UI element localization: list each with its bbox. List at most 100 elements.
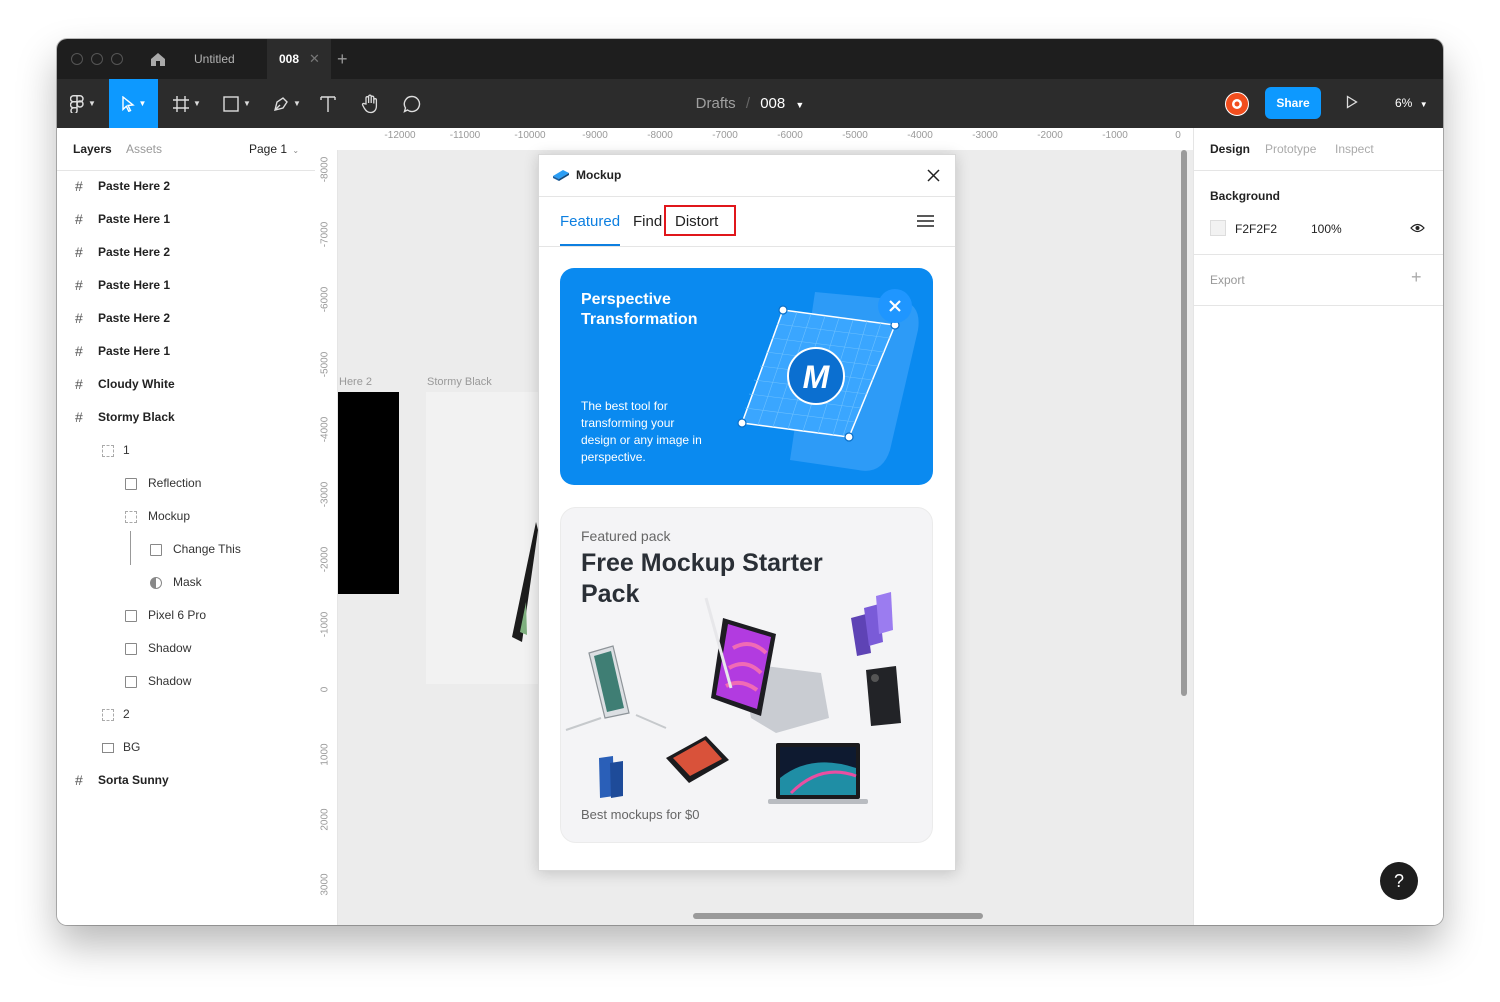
tab-inspect[interactable]: Inspect bbox=[1335, 128, 1374, 170]
plugin-nav: Featured Find Distort bbox=[539, 197, 955, 247]
horizontal-scrollbar[interactable] bbox=[693, 913, 983, 919]
layer-row[interactable]: # Paste Here 1 bbox=[57, 203, 315, 236]
featured-pack-card[interactable]: Featured pack Free Mockup Starter Pack B… bbox=[560, 507, 933, 843]
present-button[interactable] bbox=[1346, 95, 1358, 114]
frame-icon: # bbox=[75, 343, 83, 359]
vertical-ruler: -8000 -7000 -6000 -5000 -4000 -3000 -200… bbox=[315, 150, 338, 925]
pack-title-line: Free Mockup Starter bbox=[581, 549, 823, 577]
layer-row[interactable]: # Paste Here 2 bbox=[57, 236, 315, 269]
layer-row[interactable]: # Paste Here 1 bbox=[57, 269, 315, 302]
image-icon bbox=[125, 676, 137, 688]
background-section: Background F2F2F2 100% bbox=[1194, 171, 1443, 255]
layer-row[interactable]: # Sorta Sunny bbox=[57, 764, 315, 797]
layer-row[interactable]: # Paste Here 1 bbox=[57, 335, 315, 368]
frame-label[interactable]: Here 2 bbox=[339, 376, 372, 388]
frame-icon: # bbox=[75, 211, 83, 227]
layer-row[interactable]: # Paste Here 2 bbox=[57, 170, 315, 203]
layer-row[interactable]: Change This bbox=[57, 531, 315, 566]
tab-untitled[interactable]: Untitled bbox=[177, 39, 265, 79]
eye-icon[interactable] bbox=[1410, 223, 1425, 233]
layer-row[interactable]: Mockup bbox=[57, 500, 315, 533]
tab-prototype[interactable]: Prototype bbox=[1265, 128, 1316, 170]
logo-letter: M bbox=[803, 359, 831, 395]
background-opacity[interactable]: 100% bbox=[1311, 222, 1342, 236]
layer-label: 1 bbox=[123, 443, 130, 457]
text-tool-button[interactable] bbox=[315, 79, 341, 128]
banner-title-line: Perspective bbox=[581, 291, 671, 308]
layer-row[interactable]: BG bbox=[57, 731, 315, 764]
color-swatch[interactable] bbox=[1210, 220, 1226, 236]
frame-icon: # bbox=[75, 178, 83, 194]
zoom-level: 6% bbox=[1395, 96, 1413, 110]
cursor-icon bbox=[121, 95, 135, 112]
background-hex[interactable]: F2F2F2 bbox=[1235, 222, 1277, 236]
hamburger-menu-icon[interactable] bbox=[917, 215, 934, 227]
close-window-button[interactable] bbox=[71, 53, 83, 65]
layer-row[interactable]: # Stormy Black bbox=[57, 401, 315, 434]
layer-label: 2 bbox=[123, 707, 130, 721]
help-button[interactable]: ? bbox=[1380, 862, 1418, 900]
layer-row[interactable]: Pixel 6 Pro bbox=[57, 599, 315, 632]
minimize-window-button[interactable] bbox=[91, 53, 103, 65]
layer-row[interactable]: Mask bbox=[57, 566, 315, 599]
frame-label[interactable]: Stormy Black bbox=[427, 376, 492, 388]
user-avatar[interactable] bbox=[1225, 92, 1249, 116]
layer-row[interactable]: Shadow bbox=[57, 665, 315, 698]
close-icon[interactable] bbox=[927, 169, 940, 182]
tab-find[interactable]: Find bbox=[633, 197, 662, 246]
layer-label: Shadow bbox=[148, 641, 192, 655]
layer-row[interactable]: Reflection bbox=[57, 467, 315, 500]
ruler-label: -9000 bbox=[582, 130, 608, 141]
file-name[interactable]: 008 bbox=[760, 95, 785, 112]
text-icon bbox=[320, 95, 336, 112]
tab-close-icon[interactable]: ✕ bbox=[309, 39, 320, 79]
banner-close-button[interactable] bbox=[878, 289, 912, 323]
zoom-menu[interactable]: 6% ▼ bbox=[1395, 79, 1428, 128]
plugin-title: Mockup bbox=[576, 168, 622, 182]
chevron-down-icon[interactable]: ▼ bbox=[795, 100, 804, 110]
ruler-label: -1000 bbox=[319, 611, 331, 638]
layer-label: Paste Here 2 bbox=[98, 311, 171, 325]
tab-layers[interactable]: Layers bbox=[73, 128, 112, 170]
share-button[interactable]: Share bbox=[1265, 87, 1321, 119]
tab-008[interactable]: 008 bbox=[267, 39, 331, 79]
layer-row[interactable]: Shadow bbox=[57, 632, 315, 665]
layer-row[interactable]: # Cloudy White bbox=[57, 368, 315, 401]
layer-row[interactable]: 2 bbox=[57, 698, 315, 731]
ruler-label: -7000 bbox=[319, 221, 331, 248]
new-tab-icon[interactable]: + bbox=[337, 39, 348, 79]
ruler-label: -4000 bbox=[907, 130, 933, 141]
shape-tool-button[interactable]: ▼ bbox=[217, 79, 257, 128]
frame-icon: # bbox=[75, 310, 83, 326]
hand-tool-button[interactable] bbox=[355, 79, 385, 128]
page-selector[interactable]: Page 1 ⌄ bbox=[249, 128, 299, 170]
home-icon[interactable] bbox=[149, 51, 167, 67]
add-export-icon[interactable]: + bbox=[1411, 267, 1422, 288]
comment-tool-button[interactable] bbox=[397, 79, 427, 128]
tab-featured[interactable]: Featured bbox=[560, 197, 621, 246]
layer-row[interactable]: 1 bbox=[57, 434, 315, 467]
breadcrumb-parent[interactable]: Drafts bbox=[696, 95, 736, 112]
layer-label: Reflection bbox=[148, 476, 202, 490]
comment-icon bbox=[403, 95, 421, 113]
frame-paste-here[interactable] bbox=[338, 392, 399, 594]
tab-design[interactable]: Design bbox=[1210, 128, 1250, 170]
right-panel-tabs: Design Prototype Inspect bbox=[1194, 128, 1443, 171]
mask-connector bbox=[130, 531, 131, 565]
main-menu-button[interactable]: ▼ bbox=[61, 79, 105, 128]
ruler-label: -5000 bbox=[842, 130, 868, 141]
vertical-scrollbar[interactable] bbox=[1181, 150, 1187, 696]
perspective-banner[interactable]: Perspective Transformation The best tool… bbox=[560, 268, 933, 485]
frame-icon bbox=[173, 95, 190, 112]
zoom-window-button[interactable] bbox=[111, 53, 123, 65]
layer-label: BG bbox=[123, 740, 141, 754]
tab-assets[interactable]: Assets bbox=[126, 128, 162, 170]
frame-tool-button[interactable]: ▼ bbox=[167, 79, 207, 128]
layer-label: Paste Here 1 bbox=[98, 344, 171, 358]
breadcrumb-separator: / bbox=[745, 95, 751, 112]
plugin-header: Mockup bbox=[539, 155, 955, 197]
pen-tool-button[interactable]: ▼ bbox=[267, 79, 307, 128]
layer-row[interactable]: # Paste Here 2 bbox=[57, 302, 315, 335]
background-title: Background bbox=[1210, 189, 1281, 203]
move-tool-button[interactable]: ▼ bbox=[109, 79, 158, 128]
